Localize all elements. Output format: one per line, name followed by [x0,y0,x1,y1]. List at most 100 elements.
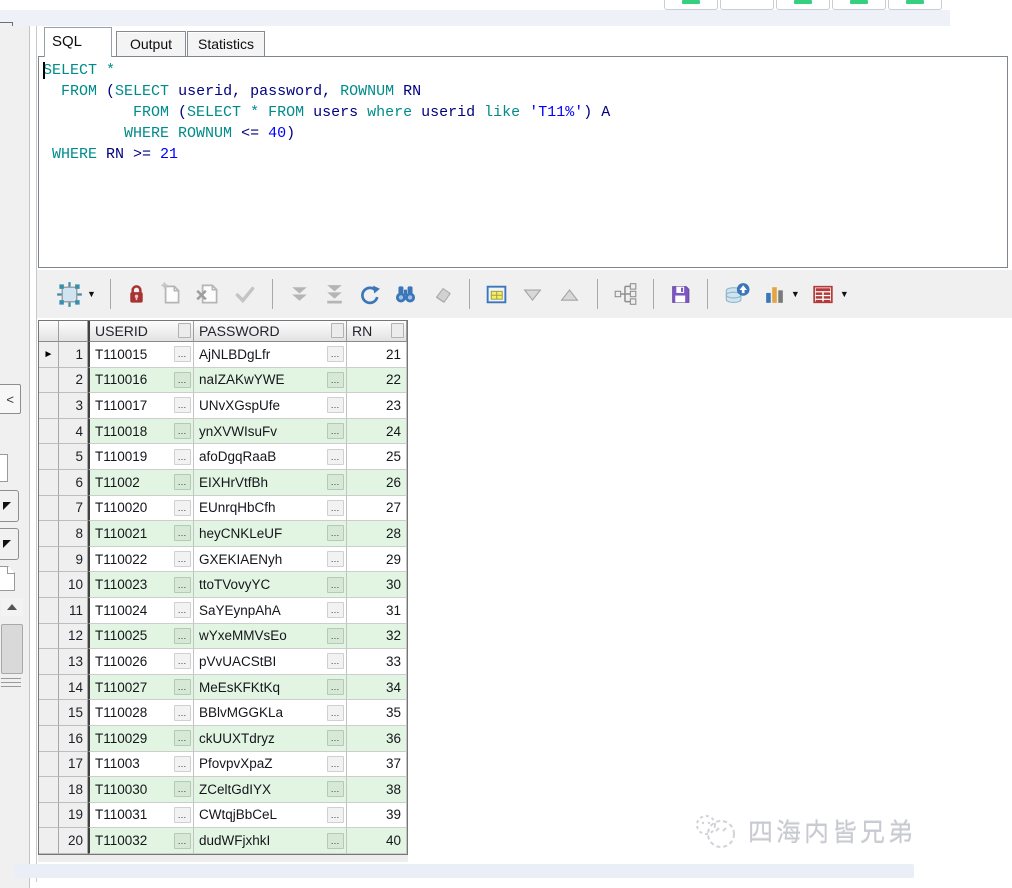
toolbar-nav-up-button[interactable] [553,278,586,310]
data-cell[interactable]: T110026… [88,649,194,675]
horizontal-scrollbar[interactable] [14,864,914,878]
cell-ellipsis-button[interactable]: … [174,679,191,696]
data-cell[interactable]: 32 [347,623,407,650]
column-sort-button[interactable] [178,323,191,338]
cell-ellipsis-button[interactable]: … [174,448,191,465]
left-panel-widget[interactable] [0,454,8,482]
row-number-cell[interactable]: 4 [59,418,88,445]
data-cell[interactable]: T110022… [88,546,194,573]
table-row[interactable]: 7 T110020 … EUnrqHbCfh … 27 [39,495,407,522]
toolbar-report-button[interactable]: ▼ [807,278,852,310]
data-cell[interactable]: 36 [347,725,407,752]
cell-ellipsis-button[interactable]: … [174,423,191,440]
data-cell[interactable]: T110030… [88,777,194,803]
data-cell[interactable]: T110020… [88,495,194,522]
table-row[interactable]: 16 T110029 … ckUUXTdryz … 36 [39,725,407,752]
data-cell[interactable]: SaYEynpAhA… [194,597,347,624]
table-row[interactable]: 15 T110028 … BBlvMGGKLa … 35 [39,700,407,726]
column-header-password[interactable]: PASSWORD [194,321,347,342]
cropped-toolbar-button[interactable] [888,0,942,10]
table-row[interactable]: 18 T110030 … ZCeltGdIYX … 38 [39,777,407,803]
row-number-cell[interactable]: 5 [59,444,88,470]
table-row[interactable]: 9 T110022 … GXEKIAENyh … 29 [39,546,407,573]
toolbar-lock-button[interactable] [122,278,151,310]
cell-ellipsis-button[interactable]: … [327,730,344,747]
toolbar-refresh-button[interactable] [354,278,385,310]
row-number-cell[interactable]: 7 [59,495,88,522]
data-cell[interactable]: 21 [347,342,407,368]
data-cell[interactable]: AjNLBDgLfr… [194,342,347,368]
toolbar-nav-down-button[interactable] [516,278,549,310]
data-cell[interactable]: T110027… [88,674,194,701]
cell-ellipsis-button[interactable]: … [327,423,344,440]
data-cell[interactable]: afoDgqRaaB… [194,444,347,470]
data-cell[interactable]: naIZAKwYWE… [194,367,347,394]
cropped-toolbar-button[interactable] [720,0,774,10]
data-cell[interactable]: 23 [347,393,407,419]
toolbar-insert-record-button[interactable] [155,278,187,310]
cell-ellipsis-button[interactable]: … [174,474,191,491]
data-cell[interactable]: 22 [347,367,407,394]
cell-ellipsis-button[interactable]: … [174,832,191,849]
cell-ellipsis-button[interactable]: … [327,474,344,491]
cell-ellipsis-button[interactable]: … [174,371,191,388]
data-cell[interactable]: 35 [347,700,407,726]
data-cell[interactable]: T110025… [88,623,194,650]
cropped-toolbar-button[interactable] [776,0,830,10]
table-row[interactable]: 17 T11003 … PfovpvXpaZ … 37 [39,751,407,778]
toolbar-fetch-all-button[interactable] [319,278,350,310]
table-row[interactable]: 11 T110024 … SaYEynpAhA … 31 [39,597,407,624]
cell-ellipsis-button[interactable]: … [327,551,344,568]
data-cell[interactable]: 34 [347,674,407,701]
data-cell[interactable]: T110017… [88,393,194,419]
cell-ellipsis-button[interactable]: … [174,653,191,670]
toolbar-delete-record-button[interactable] [191,278,225,310]
data-cell[interactable]: 33 [347,649,407,675]
data-cell[interactable]: T110018… [88,418,194,445]
toolbar-find-button[interactable] [389,278,422,310]
cell-ellipsis-button[interactable]: … [327,525,344,542]
row-number-cell[interactable]: 1 [59,342,88,368]
data-cell[interactable]: 25 [347,444,407,470]
table-row[interactable]: 14 T110027 … MeEsKFKtKq … 34 [39,674,407,701]
cell-ellipsis-button[interactable]: … [174,781,191,798]
table-row[interactable]: 10 T110023 … ttoTVovyYC … 30 [39,572,407,598]
cell-ellipsis-button[interactable]: … [174,627,191,644]
data-cell[interactable]: T11002… [88,469,194,496]
data-cell[interactable]: EUnrqHbCfh… [194,495,347,522]
toolbar-erase-button[interactable] [426,278,458,310]
row-number-cell[interactable]: 15 [59,700,88,726]
data-cell[interactable]: GXEKIAENyh… [194,546,347,573]
toolbar-post-edit-button[interactable] [229,278,261,310]
data-cell[interactable]: ZCeltGdIYX… [194,777,347,803]
cell-ellipsis-button[interactable]: … [327,346,344,363]
data-cell[interactable]: T110016… [88,367,194,394]
cell-ellipsis-button[interactable]: … [327,806,344,823]
data-cell[interactable]: MeEsKFKtKq… [194,674,347,701]
toolbar-fetch-next-button[interactable] [284,278,315,310]
cell-ellipsis-button[interactable]: … [174,806,191,823]
table-row[interactable]: 4 T110018 … ynXVWIsuFv … 24 [39,418,407,445]
row-number-cell[interactable]: 13 [59,649,88,675]
data-cell[interactable]: T110023… [88,572,194,598]
column-sort-button[interactable] [331,323,344,338]
cropped-toolbar-button[interactable] [664,0,718,10]
data-cell[interactable]: 38 [347,777,407,803]
row-number-cell[interactable]: 3 [59,393,88,419]
row-number-cell[interactable]: 20 [59,828,88,854]
column-sort-button[interactable] [391,323,404,338]
row-number-cell[interactable]: 2 [59,367,88,394]
data-cell[interactable]: T110015… [88,342,194,368]
cell-ellipsis-button[interactable]: … [327,679,344,696]
data-cell[interactable]: dudWFjxhkI… [194,828,347,854]
scrollbar-up-button[interactable] [1,598,23,616]
data-cell[interactable]: ynXVWIsuFv… [194,418,347,445]
cell-ellipsis-button[interactable]: … [327,448,344,465]
cell-ellipsis-button[interactable]: … [327,576,344,593]
cell-ellipsis-button[interactable]: … [327,781,344,798]
cell-ellipsis-button[interactable]: … [327,602,344,619]
panel-collapse-button[interactable]: < [0,384,21,414]
data-cell[interactable]: heyCNKLeUF… [194,521,347,547]
data-cell[interactable]: T110032… [88,828,194,854]
data-cell[interactable]: T110031… [88,802,194,829]
